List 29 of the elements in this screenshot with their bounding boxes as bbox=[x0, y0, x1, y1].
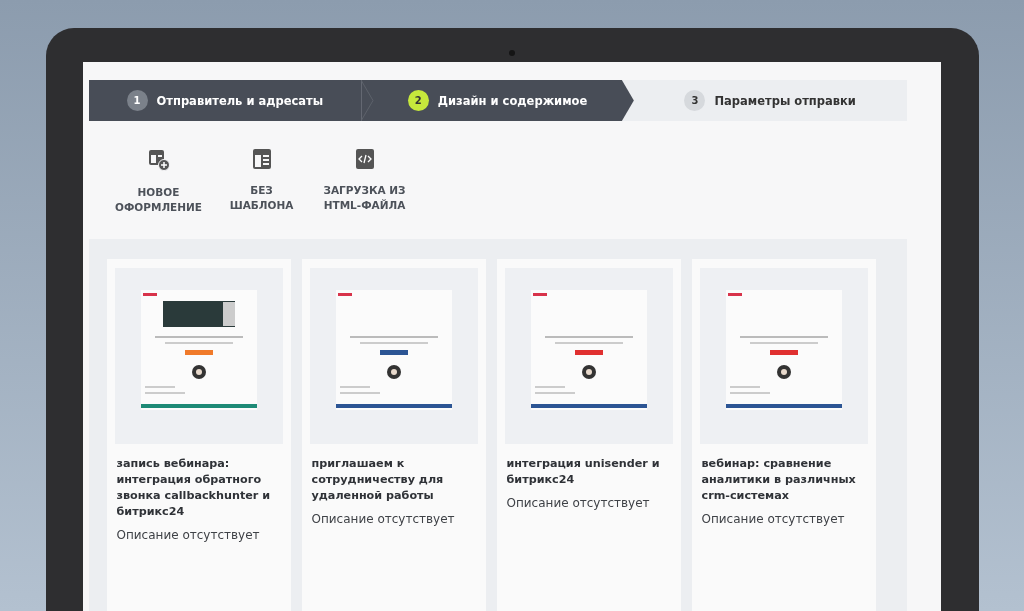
template-card[interactable]: приглашаем к сотрудничеству для удаленной работы Описание отсутствует bbox=[301, 259, 486, 611]
template-title: вебинар: сравнение аналитики в различных crm-системах bbox=[701, 456, 857, 504]
table-icon bbox=[252, 149, 271, 169]
step-tab[interactable]: 2 Дизайн и содержимое bbox=[361, 80, 634, 121]
template-card[interactable]: запись вебинара: интеграция обратного звонка callbackhunter и битрикс24 Описание отсутствует bbox=[106, 259, 291, 611]
step-tab[interactable]: 3 Параметры отправки bbox=[633, 80, 907, 121]
template-description: Описание отсутствует bbox=[701, 512, 846, 526]
template-description: Описание отсутствует bbox=[506, 496, 651, 510]
chevron-separator-icon bbox=[361, 80, 376, 121]
template-card[interactable]: вебинар: сравнение аналитики в различных crm-системах Описание отсутствует bbox=[691, 259, 876, 611]
template-title: запись вебинара: интеграция обратного звонка callbackhunter и битрикс24 bbox=[116, 456, 272, 520]
step-number: 1 bbox=[126, 90, 148, 111]
step-tab[interactable]: 1 Отправитель и адресаты bbox=[88, 80, 362, 121]
camera-icon bbox=[509, 50, 515, 56]
step-label: Дизайн и содержимое bbox=[437, 93, 588, 108]
step-number: 3 bbox=[684, 90, 706, 111]
design-option-button[interactable]: БЕЗ ШАБЛОНА bbox=[226, 149, 297, 215]
step-number: 2 bbox=[407, 90, 429, 111]
template-description: Описание отсутствует bbox=[116, 528, 261, 542]
design-option-button[interactable]: НОВОЕ ОФОРМЛЕНИЕ bbox=[108, 149, 209, 215]
step-label: Параметры отправки bbox=[714, 93, 856, 108]
design-option-button[interactable]: ЗАГРУЗКА ИЗ HTML-ФАЙЛА bbox=[314, 149, 415, 215]
template-title: интеграция unisender и битрикс24 bbox=[506, 456, 661, 488]
template-description: Описание отсутствует bbox=[311, 512, 456, 526]
template-card[interactable]: интеграция unisender и битрикс24 Описание отсутствует bbox=[496, 259, 681, 611]
table-add-icon bbox=[147, 149, 170, 171]
code-icon bbox=[355, 149, 374, 169]
template-title: приглашаем к сотрудничеству для удаленной работы bbox=[311, 456, 445, 504]
step-label: Отправитель и адресаты bbox=[156, 93, 324, 108]
